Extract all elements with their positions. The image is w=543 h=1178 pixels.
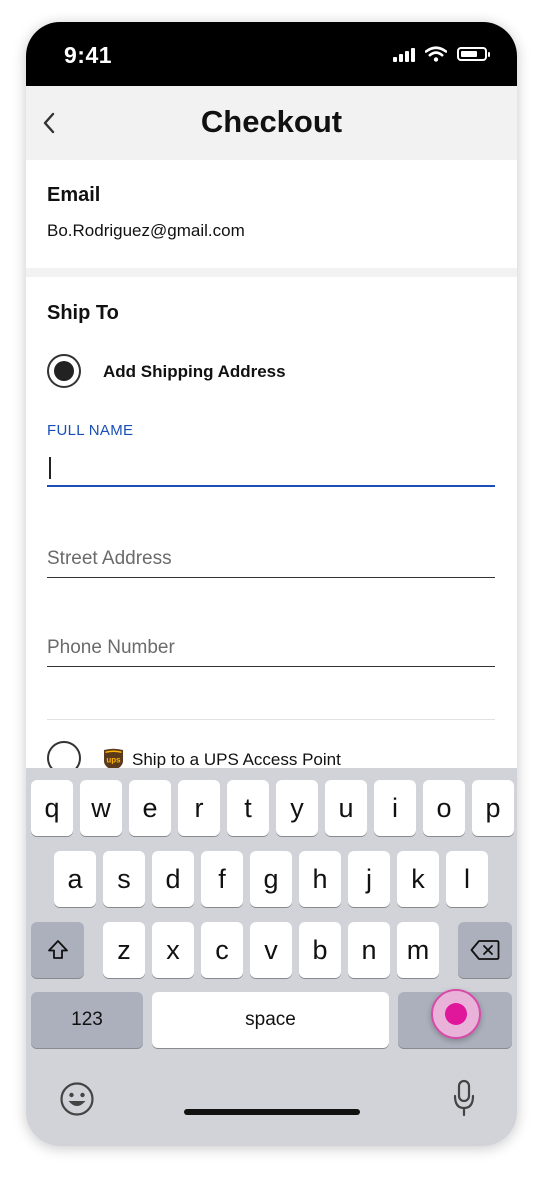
home-indicator <box>184 1109 360 1115</box>
key-w[interactable]: w <box>80 780 122 836</box>
divider <box>47 719 495 720</box>
key-e[interactable]: e <box>129 780 171 836</box>
key-u[interactable]: u <box>325 780 367 836</box>
keyboard: q w e r t y u i o p a s d f g h j k l z … <box>26 768 517 1146</box>
key-r[interactable]: r <box>178 780 220 836</box>
key-j[interactable]: j <box>348 851 390 907</box>
space-key[interactable]: space <box>152 992 389 1048</box>
email-section: Email Bo.Rodriguez@gmail.com <box>26 160 517 268</box>
email-label: Email <box>47 184 101 206</box>
street-address-placeholder: Street Address <box>47 548 172 569</box>
text-cursor <box>49 457 51 479</box>
shift-arrow-icon <box>47 940 68 959</box>
status-icons <box>393 46 490 62</box>
key-m[interactable]: m <box>397 922 439 978</box>
key-t[interactable]: t <box>227 780 269 836</box>
shift-key[interactable] <box>31 922 84 978</box>
add-shipping-address-label: Add Shipping Address <box>103 362 286 381</box>
radio-selected-dot <box>54 361 74 381</box>
key-o[interactable]: o <box>423 780 465 836</box>
key-b[interactable]: b <box>299 922 341 978</box>
page-title: Checkout <box>200 104 343 139</box>
add-shipping-address-radio[interactable] <box>47 354 81 388</box>
backspace-icon <box>470 940 500 960</box>
key-p[interactable]: p <box>472 780 514 836</box>
ship-to-label: Ship To <box>47 302 119 324</box>
street-address-input[interactable]: Street Address <box>47 540 495 578</box>
key-n[interactable]: n <box>348 922 390 978</box>
numbers-key[interactable]: 123 <box>31 992 143 1048</box>
key-q[interactable]: q <box>31 780 73 836</box>
email-value: Bo.Rodriguez@gmail.com <box>47 221 245 240</box>
phone-frame: 9:41 Checkout Email Bo.Rodriguez@gmail.c… <box>26 22 517 1146</box>
phone-number-input[interactable]: Phone Number <box>47 629 495 667</box>
touch-indicator <box>431 989 481 1039</box>
full-name-label: FULL NAME <box>47 422 134 439</box>
key-g[interactable]: g <box>250 851 292 907</box>
key-d[interactable]: d <box>152 851 194 907</box>
battery-icon <box>457 47 490 61</box>
microphone-icon[interactable] <box>452 1079 476 1119</box>
key-h[interactable]: h <box>299 851 341 907</box>
key-s[interactable]: s <box>103 851 145 907</box>
navigation-bar: Checkout <box>26 86 517 160</box>
status-bar: 9:41 <box>26 22 517 86</box>
ups-access-point-label: Ship to a UPS Access Point <box>132 750 341 769</box>
key-x[interactable]: x <box>152 922 194 978</box>
delete-key[interactable] <box>458 922 512 978</box>
ship-to-section: Ship To Add Shipping Address FULL NAME S… <box>26 277 517 797</box>
phone-number-placeholder: Phone Number <box>47 637 175 658</box>
full-name-input[interactable] <box>47 449 495 487</box>
emoji-icon[interactable] <box>59 1081 95 1117</box>
key-l[interactable]: l <box>446 851 488 907</box>
cellular-signal-icon <box>393 46 415 62</box>
key-y[interactable]: y <box>276 780 318 836</box>
key-k[interactable]: k <box>397 851 439 907</box>
key-c[interactable]: c <box>201 922 243 978</box>
status-time: 9:41 <box>64 42 113 68</box>
key-v[interactable]: v <box>250 922 292 978</box>
key-z[interactable]: z <box>103 922 145 978</box>
key-i[interactable]: i <box>374 780 416 836</box>
wifi-icon <box>425 46 447 62</box>
key-f[interactable]: f <box>201 851 243 907</box>
key-a[interactable]: a <box>54 851 96 907</box>
ups-logo-text: ups <box>106 756 121 765</box>
